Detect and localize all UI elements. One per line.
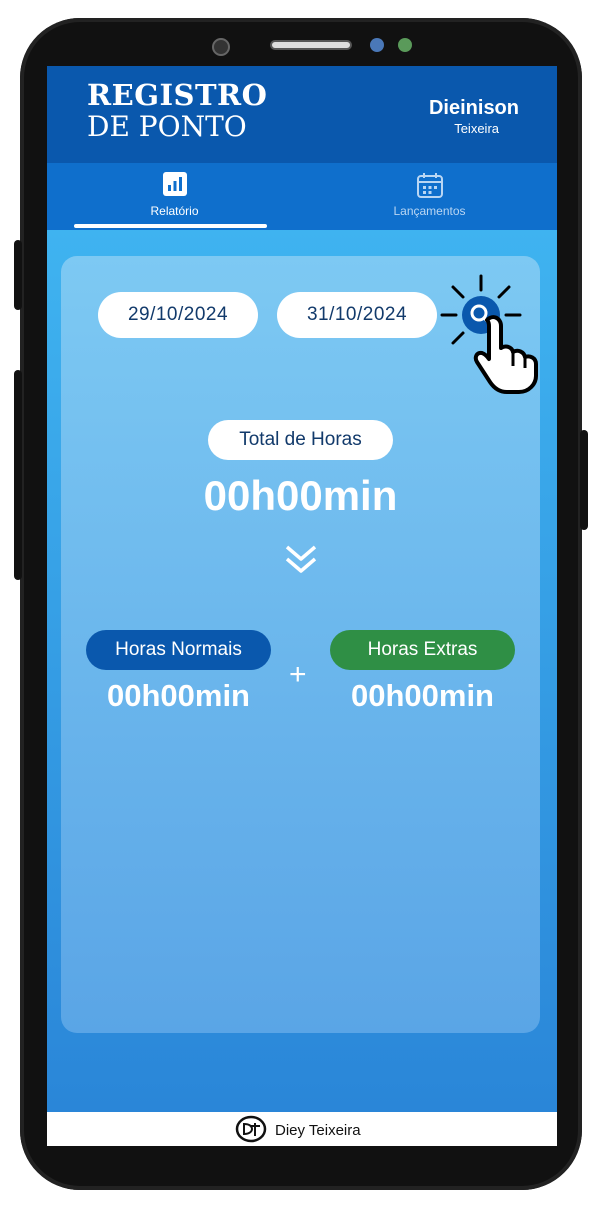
- footer-bar: Diey Teixeira: [47, 1112, 557, 1146]
- sensor-dot: [398, 38, 412, 52]
- active-tab-indicator: [74, 224, 267, 228]
- app-screen: REGISTRO DE PONTO Dieinison Teixeira Rel…: [47, 66, 557, 1146]
- report-content: 29/10/2024 31/10/2024 Total de Horas 00h…: [47, 230, 557, 1112]
- earpiece-speaker: [270, 40, 352, 50]
- total-hours-value: 00h00min: [203, 472, 398, 519]
- tab-lancamentos[interactable]: Lançamentos: [302, 163, 557, 230]
- user-first-name: Dieinison: [428, 97, 519, 119]
- calendar-icon: [416, 173, 443, 198]
- total-hours-label: Total de Horas: [208, 420, 393, 460]
- tab-bar: Relatório Lançamentos: [47, 163, 557, 230]
- footer-credit: Diey Teixeira: [275, 1122, 361, 1139]
- user-last-name: Teixeira: [454, 121, 499, 136]
- double-chevron-down-icon: [285, 545, 317, 573]
- bar-chart-icon: [162, 172, 187, 196]
- tab-relatorio-label: Relatório: [150, 204, 199, 218]
- sensor-dot: [370, 38, 384, 52]
- power-button: [580, 430, 588, 530]
- side-button: [14, 370, 22, 580]
- app-header: REGISTRO DE PONTO Dieinison Teixeira: [47, 66, 557, 163]
- extra-hours-value: 00h00min: [350, 678, 494, 713]
- hand-pointer-icon: [473, 315, 538, 394]
- dt-logo-icon: [235, 1115, 267, 1143]
- tab-lancamentos-label: Lançamentos: [393, 204, 466, 218]
- start-date-field[interactable]: 29/10/2024: [98, 292, 258, 338]
- front-camera: [212, 38, 230, 56]
- tab-relatorio[interactable]: Relatório: [47, 163, 302, 230]
- volume-button: [14, 240, 22, 310]
- extra-hours-label: Horas Extras: [330, 630, 515, 670]
- end-date-field[interactable]: 31/10/2024: [277, 292, 437, 338]
- plus-sign: +: [289, 658, 307, 691]
- report-card: 29/10/2024 31/10/2024 Total de Horas 00h…: [61, 256, 540, 1033]
- normal-hours-label: Horas Normais: [86, 630, 271, 670]
- app-title-line1: REGISTRO: [87, 78, 268, 112]
- app-title-line2: DE PONTO: [87, 110, 247, 143]
- normal-hours-value: 00h00min: [106, 678, 250, 713]
